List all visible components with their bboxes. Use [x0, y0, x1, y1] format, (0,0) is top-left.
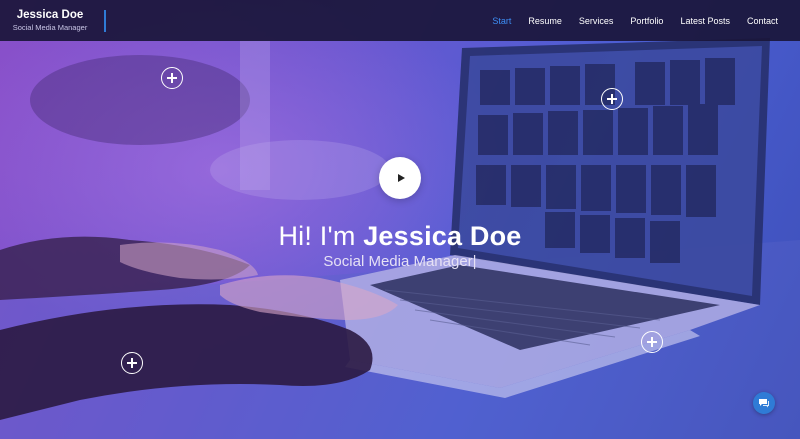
top-navbar: Jessica Doe Social Media Manager Start R…	[0, 0, 800, 41]
hero-subtitle: Social Media Manager|	[0, 252, 800, 272]
plus-icon[interactable]	[601, 88, 623, 110]
play-icon	[397, 174, 405, 182]
brand[interactable]: Jessica Doe Social Media Manager	[0, 8, 106, 32]
nav-item-resume[interactable]: Resume	[528, 16, 562, 26]
chat-button[interactable]	[753, 392, 775, 414]
hero-name: Jessica Doe	[363, 221, 522, 251]
nav-item-start[interactable]: Start	[492, 16, 511, 26]
main-nav: Start Resume Services Portfolio Latest P…	[475, 0, 778, 41]
plus-icon[interactable]	[121, 352, 143, 374]
hero-subtitle-text: Social Media Manager	[323, 253, 473, 270]
nav-item-contact[interactable]: Contact	[747, 16, 778, 26]
play-video-button[interactable]	[379, 157, 421, 199]
hero-headline: Hi! I'm Jessica Doe	[0, 219, 800, 253]
hero-greeting: Hi! I'm	[278, 221, 364, 251]
nav-item-latest-posts[interactable]: Latest Posts	[680, 16, 730, 26]
brand-role: Social Media Manager	[12, 22, 88, 32]
plus-icon[interactable]	[161, 67, 183, 89]
nav-item-portfolio[interactable]: Portfolio	[630, 16, 663, 26]
nav-item-services[interactable]: Services	[579, 16, 614, 26]
plus-icon[interactable]	[641, 331, 663, 353]
chat-icon	[759, 398, 769, 407]
brand-name: Jessica Doe	[16, 8, 84, 21]
typing-cursor: |	[472, 253, 477, 270]
